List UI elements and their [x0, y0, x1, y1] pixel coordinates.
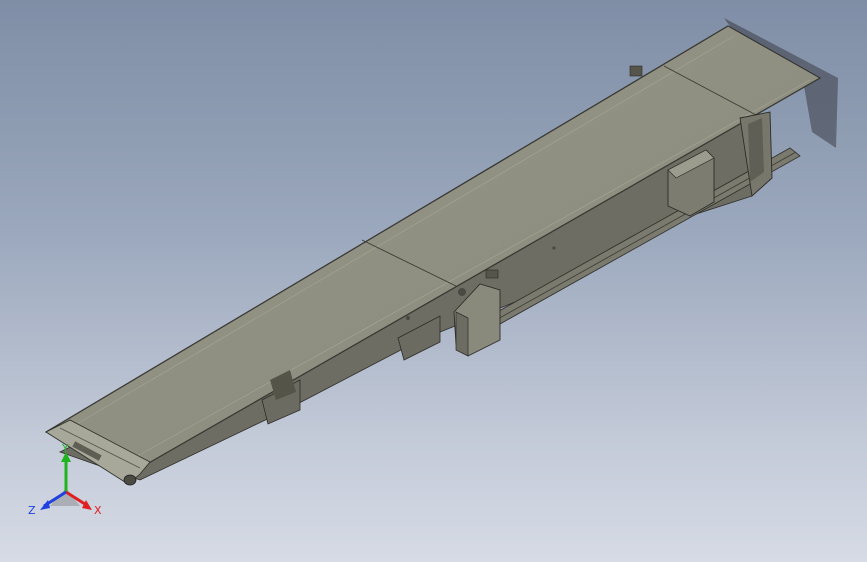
y-axis-label: Y	[61, 444, 69, 455]
front-roller-end	[123, 474, 137, 486]
belt-rail-right	[139, 77, 821, 469]
belt-rail-inner-right	[133, 79, 811, 459]
graphics-viewport[interactable]: Y X Z	[0, 0, 867, 562]
bolt-3	[552, 246, 556, 250]
belt-surface	[44, 25, 822, 469]
guide-clamp-1	[629, 65, 643, 77]
bolt-1	[458, 288, 466, 296]
drive-bracket-face	[455, 311, 469, 357]
bolt-2	[406, 316, 410, 320]
guide-clamp-2	[485, 269, 499, 279]
conveyor-model[interactable]	[0, 0, 867, 562]
tail-plate	[748, 118, 764, 182]
view-orientation-triad[interactable]: Y X Z	[26, 444, 106, 524]
z-axis-label: Z	[28, 504, 36, 517]
x-axis-label: X	[94, 504, 102, 517]
